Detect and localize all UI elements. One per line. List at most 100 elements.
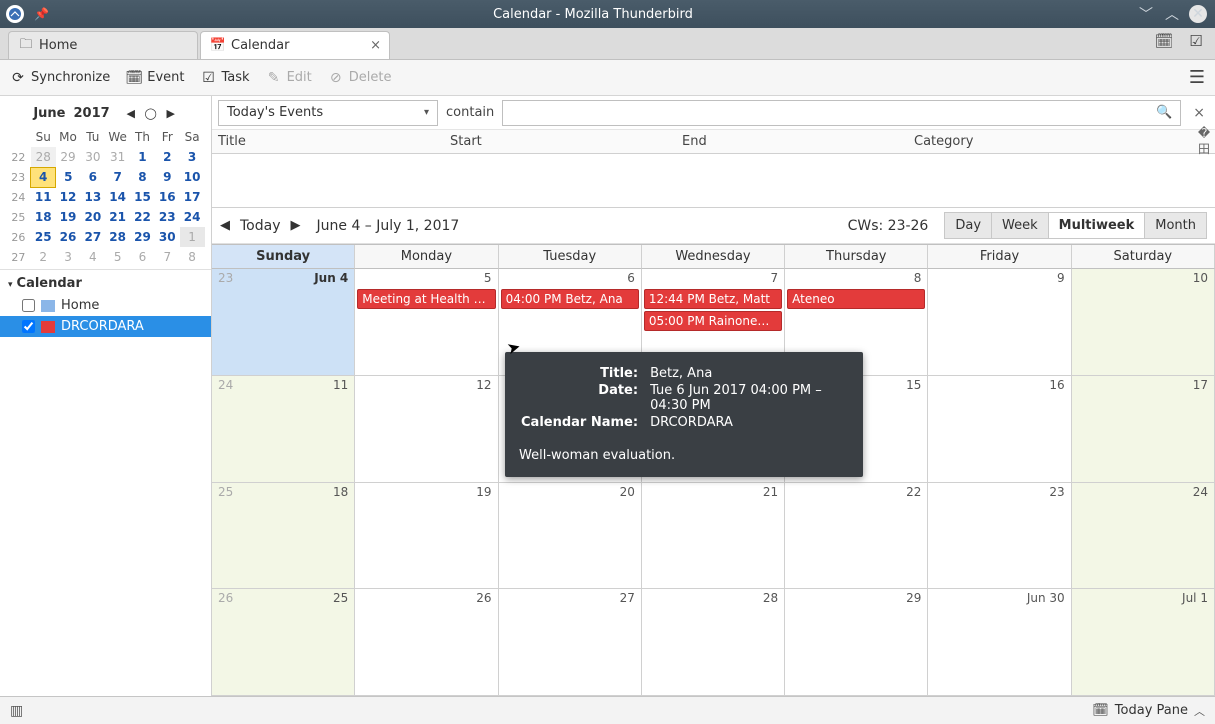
minical-day[interactable]: 22 [130, 207, 155, 227]
minical-day[interactable]: 10 [180, 167, 205, 187]
minical-day[interactable]: 11 [31, 187, 56, 207]
task-button[interactable]: ☑ Task [201, 70, 250, 86]
calendar-day-cell[interactable]: Jun 30 [928, 589, 1071, 695]
calendar-day-cell[interactable]: 28 [642, 589, 785, 695]
minical-day[interactable]: 1 [130, 147, 155, 167]
minical-day[interactable]: 21 [105, 207, 130, 227]
minical-day[interactable]: 31 [105, 147, 130, 167]
calendar-day-cell[interactable]: 19 [355, 483, 498, 589]
minical-day[interactable]: 26 [56, 227, 81, 247]
calendar-event[interactable]: 05:00 PM Rainone… [644, 311, 782, 331]
calendar-day-cell[interactable]: 21 [642, 483, 785, 589]
col-end[interactable]: End [676, 134, 908, 149]
calendar-day-cell[interactable]: 2518 [212, 483, 355, 589]
nav-prev-icon[interactable]: ◀ [220, 218, 230, 233]
calendar-item[interactable]: Home [0, 295, 211, 316]
statusbar-left-icon[interactable]: ▥ [10, 703, 23, 719]
minical-day[interactable]: 6 [130, 247, 155, 267]
calendar-checkbox[interactable] [22, 320, 35, 333]
calendar-day-cell[interactable]: 27 [499, 589, 642, 695]
calendar-today-icon[interactable]: 🗓 [1155, 32, 1173, 50]
column-picker-icon[interactable]: �田 [1187, 126, 1215, 157]
window-maximize-icon[interactable]: ︿ [1163, 5, 1181, 23]
col-category[interactable]: Category [908, 134, 1187, 149]
minical-day[interactable]: 5 [56, 167, 81, 187]
minical-day[interactable]: 28 [31, 147, 56, 167]
window-close-icon[interactable]: ✕ [1189, 5, 1207, 23]
minical-day[interactable]: 18 [31, 207, 56, 227]
calendar-day-cell[interactable]: 9 [928, 269, 1071, 375]
tab-home[interactable]: 🗀 Home [8, 31, 198, 59]
minical-prev-icon[interactable]: ◀ [124, 107, 138, 120]
calendar-day-cell[interactable]: 22 [785, 483, 928, 589]
calendar-event[interactable]: 04:00 PM Betz, Ana [501, 289, 639, 309]
minical-day[interactable]: 12 [56, 187, 81, 207]
minical-day[interactable]: 7 [155, 247, 180, 267]
minical-day[interactable]: 13 [80, 187, 105, 207]
window-minimize-icon[interactable]: ﹀ [1137, 5, 1155, 23]
col-start[interactable]: Start [444, 134, 676, 149]
minical-day[interactable]: 7 [105, 167, 130, 187]
minical-day[interactable]: 20 [80, 207, 105, 227]
minical-day[interactable]: 4 [80, 247, 105, 267]
tasks-icon[interactable]: ☑ [1187, 32, 1205, 50]
calendar-day-cell[interactable]: 16 [928, 376, 1071, 482]
minical-day[interactable]: 17 [180, 187, 205, 207]
calendar-day-cell[interactable]: 23 [928, 483, 1071, 589]
col-title[interactable]: Title [212, 134, 444, 149]
calendar-day-cell[interactable]: 10 [1072, 269, 1215, 375]
nav-next-icon[interactable]: ▶ [291, 218, 301, 233]
minical-day[interactable]: 29 [56, 147, 81, 167]
view-tab-multiweek[interactable]: Multiweek [1049, 212, 1146, 239]
minical-day[interactable]: 3 [180, 147, 205, 167]
calendar-event[interactable]: Ateneo [787, 289, 925, 309]
calendar-event[interactable]: 12:44 PM Betz, Matt [644, 289, 782, 309]
calendar-day-cell[interactable]: 26 [355, 589, 498, 695]
minical-day[interactable]: 19 [56, 207, 81, 227]
calendar-day-cell[interactable]: 12 [355, 376, 498, 482]
minical-day[interactable]: 9 [155, 167, 180, 187]
minical-month[interactable]: June [33, 106, 65, 121]
filter-search-input[interactable]: 🔍 [502, 100, 1181, 126]
minical-day[interactable]: 30 [80, 147, 105, 167]
calendar-day-cell[interactable]: 24 [1072, 483, 1215, 589]
calendar-day-cell[interactable]: Jul 1 [1072, 589, 1215, 695]
tab-calendar[interactable]: 📅 Calendar × [200, 31, 390, 59]
view-tab-month[interactable]: Month [1145, 212, 1207, 239]
menu-button[interactable]: ☰ [1189, 67, 1205, 88]
pin-icon[interactable]: 📌 [34, 7, 49, 21]
minical-day[interactable]: 8 [130, 167, 155, 187]
minical-day[interactable]: 25 [31, 227, 56, 247]
synchronize-button[interactable]: ⟳ Synchronize [10, 70, 110, 86]
minical-day[interactable]: 8 [180, 247, 205, 267]
minical-day[interactable]: 15 [130, 187, 155, 207]
nav-today-button[interactable]: Today [240, 218, 281, 234]
calendar-checkbox[interactable] [22, 299, 35, 312]
calendar-day-cell[interactable]: 2625 [212, 589, 355, 695]
minical-day[interactable]: 4 [31, 167, 56, 187]
minical-day[interactable]: 16 [155, 187, 180, 207]
event-button[interactable]: 🗓 Event [126, 70, 184, 86]
minical-day[interactable]: 23 [155, 207, 180, 227]
calendar-event[interactable]: Meeting at Health … [357, 289, 495, 309]
minical-day[interactable]: 24 [180, 207, 205, 227]
today-pane-icon[interactable]: 🗓 [1092, 703, 1109, 718]
minical-day[interactable]: 1 [180, 227, 205, 247]
calendar-day-cell[interactable]: 23Jun 4 [212, 269, 355, 375]
minical-grid[interactable]: SuMoTuWeThFrSa22282930311232345678910241… [6, 127, 205, 267]
minical-day[interactable]: 28 [105, 227, 130, 247]
minical-day[interactable]: 3 [56, 247, 81, 267]
minical-today-icon[interactable]: ◯ [144, 107, 158, 120]
calendar-day-cell[interactable]: 20 [499, 483, 642, 589]
calendar-day-cell[interactable]: 2411 [212, 376, 355, 482]
minical-day[interactable]: 2 [155, 147, 180, 167]
minical-next-icon[interactable]: ▶ [164, 107, 178, 120]
tab-close-icon[interactable]: × [370, 38, 381, 53]
minical-day[interactable]: 6 [80, 167, 105, 187]
calendar-day-cell[interactable]: 17 [1072, 376, 1215, 482]
minical-day[interactable]: 27 [80, 227, 105, 247]
filter-close-icon[interactable]: × [1189, 105, 1209, 121]
minical-day[interactable]: 30 [155, 227, 180, 247]
calendar-item[interactable]: DRCORDARA [0, 316, 211, 337]
minical-year[interactable]: 2017 [73, 106, 109, 121]
